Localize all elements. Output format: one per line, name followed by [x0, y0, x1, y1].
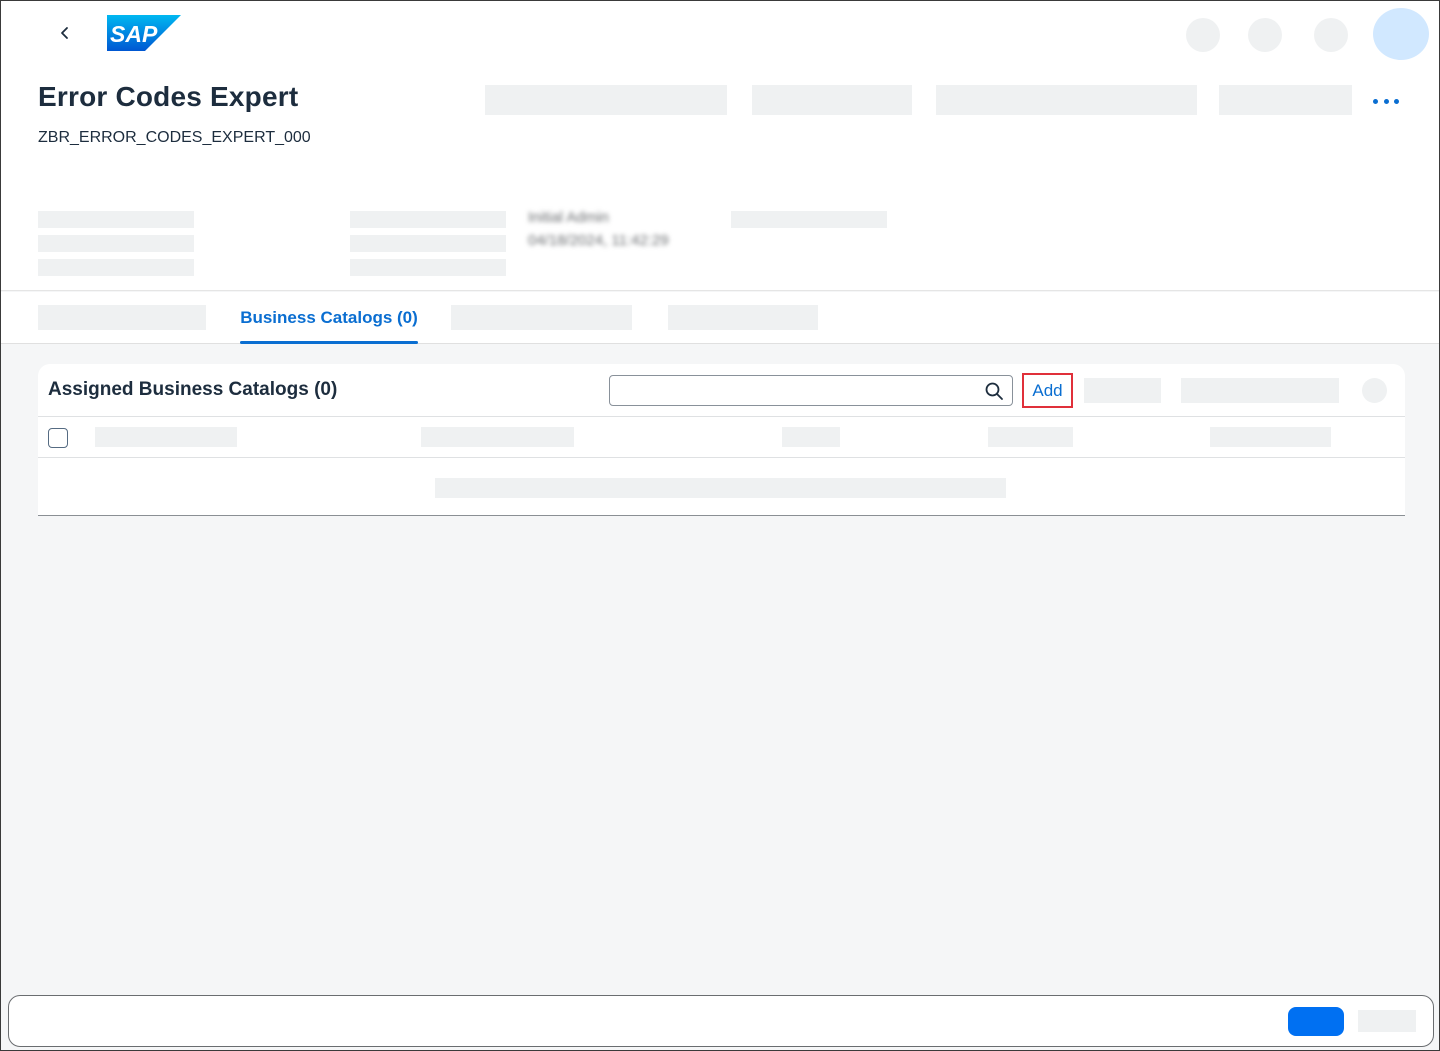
overflow-more-icon[interactable] [1373, 92, 1399, 110]
column-header-placeholder[interactable] [988, 427, 1073, 447]
page-subtitle: ZBR_ERROR_CODES_EXPERT_000 [38, 129, 311, 146]
page-title: Error Codes Expert [38, 81, 299, 112]
tab-placeholder[interactable] [38, 305, 206, 330]
column-header-placeholder[interactable] [1210, 427, 1331, 447]
sap-logo-text: SAP [110, 21, 158, 47]
column-header-placeholder[interactable] [421, 427, 574, 447]
footer-secondary-button[interactable] [1358, 1010, 1416, 1032]
divider [38, 457, 1405, 458]
tab-placeholder[interactable] [451, 305, 632, 330]
search-input[interactable] [618, 380, 978, 402]
shell-bar: SAP [1, 1, 1439, 65]
header-action-placeholder[interactable] [1219, 85, 1352, 115]
header-field-placeholder [38, 259, 194, 276]
object-header: Error Codes Expert ZBR_ERROR_CODES_EXPER… [1, 65, 1439, 291]
tab-bar: Business Catalogs (0) [1, 292, 1439, 344]
toolbar-settings-placeholder[interactable] [1362, 378, 1387, 403]
header-field-placeholder [38, 235, 194, 252]
footer-toolbar [8, 995, 1434, 1047]
header-action-placeholder[interactable] [752, 85, 912, 115]
chevron-left-icon [61, 27, 68, 39]
changed-on-value: 04/18/2024, 11:42:29 [528, 232, 669, 249]
add-button-label: Add [1032, 380, 1063, 400]
header-field-placeholder [350, 211, 506, 228]
header-action-placeholder[interactable] [936, 85, 1197, 115]
back-button[interactable] [53, 21, 77, 45]
header-action-placeholder[interactable] [485, 85, 727, 115]
column-header-placeholder[interactable] [95, 427, 237, 447]
tab-placeholder[interactable] [668, 305, 818, 330]
header-field-placeholder [350, 235, 506, 252]
table-title: Assigned Business Catalogs (0) [48, 379, 338, 400]
search-icon[interactable] [984, 381, 1004, 401]
tab-active-indicator [240, 341, 418, 344]
assigned-catalogs-table: Assigned Business Catalogs (0) Add [38, 364, 1405, 516]
shell-action-1[interactable] [1186, 18, 1220, 52]
app-window: SAP Error Codes Expert ZBR_ERROR_CODES_E… [0, 0, 1440, 1051]
select-all-checkbox[interactable] [48, 428, 68, 448]
toolbar-action-placeholder[interactable] [1084, 378, 1161, 403]
shell-action-3[interactable] [1314, 18, 1348, 52]
shell-action-2[interactable] [1248, 18, 1282, 52]
header-field-placeholder [350, 259, 506, 276]
divider [38, 416, 1405, 417]
changed-by-value: Initial Admin [528, 209, 609, 226]
no-data-text-placeholder [435, 478, 1006, 498]
column-header-placeholder[interactable] [782, 427, 840, 447]
tab-business-catalogs[interactable]: Business Catalogs (0) [240, 292, 418, 344]
header-field-placeholder [38, 211, 194, 228]
footer-primary-button[interactable] [1288, 1007, 1344, 1036]
tab-label: Business Catalogs (0) [240, 308, 418, 327]
header-field-placeholder [731, 211, 887, 228]
avatar[interactable] [1373, 8, 1429, 60]
sap-logo[interactable]: SAP [107, 15, 181, 51]
add-button[interactable]: Add [1022, 373, 1073, 408]
search-field[interactable] [609, 375, 1013, 406]
toolbar-action-placeholder[interactable] [1181, 378, 1339, 403]
